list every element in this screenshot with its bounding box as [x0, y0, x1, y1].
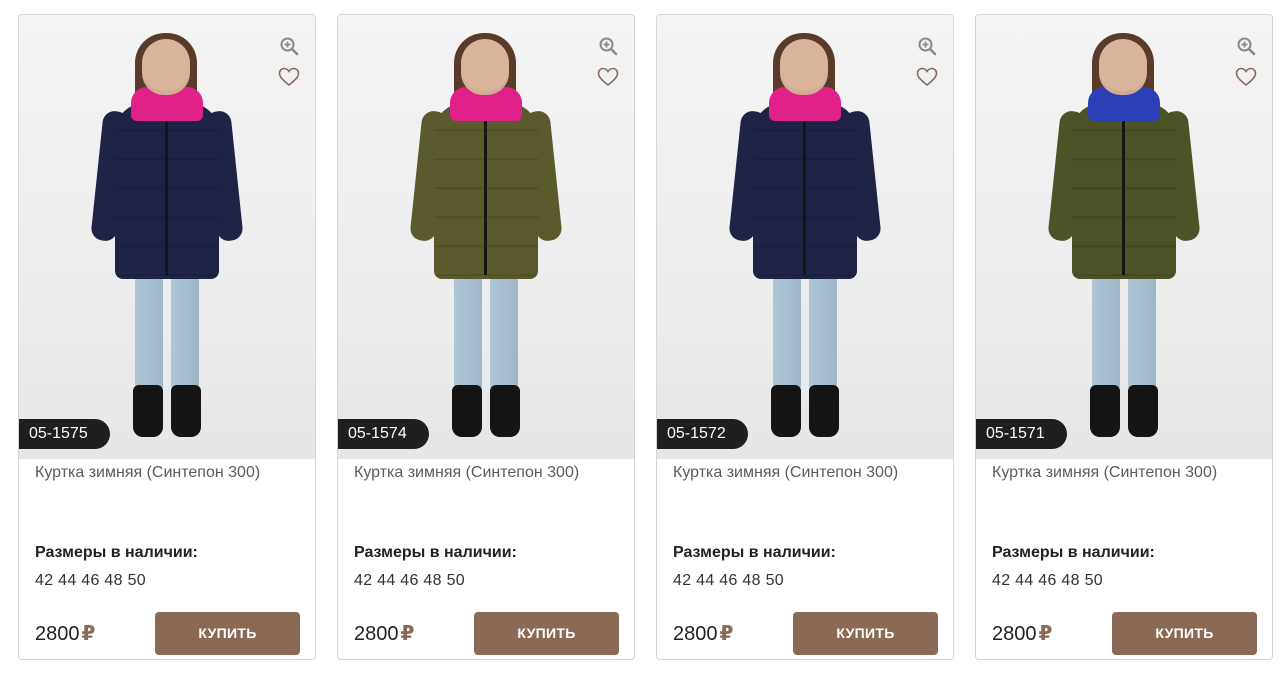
product-info: Куртка зимняя (Синтепон 300) Размеры в н… [976, 463, 1272, 590]
product-info: Куртка зимняя (Синтепон 300) Размеры в н… [338, 463, 634, 590]
product-photo[interactable]: 05-1571 [976, 15, 1272, 459]
model-figure [725, 15, 885, 459]
currency-symbol: ₽ [81, 622, 96, 645]
product-info: Куртка зимняя (Синтепон 300) Размеры в н… [657, 463, 953, 590]
sizes-list: 42 44 46 48 50 [35, 572, 146, 589]
sku-badge: 05-1574 [338, 419, 429, 449]
product-card[interactable]: 05-1572 Куртка зимняя (Синтепон 300) Раз… [656, 14, 954, 660]
currency-symbol: ₽ [400, 622, 415, 645]
sizes-label: Размеры в наличии: [354, 544, 517, 561]
sizes-list: 42 44 46 48 50 [673, 572, 784, 589]
buy-button[interactable]: КУПИТЬ [793, 611, 938, 655]
sizes-label: Размеры в наличии: [35, 544, 198, 561]
price: 2800 ₽ [35, 621, 95, 646]
buy-button[interactable]: КУПИТЬ [1112, 611, 1257, 655]
product-card[interactable]: 05-1575 Куртка зимняя (Синтепон 300) Раз… [18, 14, 316, 660]
zoom-in-icon[interactable] [916, 35, 938, 57]
model-figure [406, 15, 566, 459]
zoom-in-icon[interactable] [1235, 35, 1257, 57]
buy-button[interactable]: КУПИТЬ [155, 611, 300, 655]
currency-symbol: ₽ [719, 622, 734, 645]
sizes-list: 42 44 46 48 50 [992, 572, 1103, 589]
product-photo[interactable]: 05-1572 [657, 15, 953, 459]
product-title[interactable]: Куртка зимняя (Синтепон 300) [992, 463, 1256, 533]
sizes-list: 42 44 46 48 50 [354, 572, 465, 589]
heart-icon[interactable] [1235, 66, 1257, 88]
zoom-in-icon[interactable] [597, 35, 619, 57]
buy-button[interactable]: КУПИТЬ [474, 611, 619, 655]
price-value: 2800 [673, 622, 718, 645]
heart-icon[interactable] [278, 66, 300, 88]
product-footer: 2800 ₽ КУПИТЬ [35, 611, 300, 655]
sku-badge: 05-1572 [657, 419, 748, 449]
sku-badge: 05-1571 [976, 419, 1067, 449]
product-card[interactable]: 05-1571 Куртка зимняя (Синтепон 300) Раз… [975, 14, 1273, 660]
product-footer: 2800 ₽ КУПИТЬ [992, 611, 1257, 655]
price: 2800 ₽ [354, 621, 414, 646]
product-title[interactable]: Куртка зимняя (Синтепон 300) [35, 463, 299, 533]
product-photo[interactable]: 05-1574 [338, 15, 634, 459]
price-value: 2800 [354, 622, 399, 645]
price: 2800 ₽ [673, 621, 733, 646]
product-title[interactable]: Куртка зимняя (Синтепон 300) [673, 463, 937, 533]
price-value: 2800 [35, 622, 80, 645]
price-value: 2800 [992, 622, 1037, 645]
product-info: Куртка зимняя (Синтепон 300) Размеры в н… [19, 463, 315, 590]
sku-badge: 05-1575 [19, 419, 110, 449]
product-footer: 2800 ₽ КУПИТЬ [673, 611, 938, 655]
product-grid: 05-1575 Куртка зимняя (Синтепон 300) Раз… [18, 14, 1273, 660]
price: 2800 ₽ [992, 621, 1052, 646]
sizes-label: Размеры в наличии: [673, 544, 836, 561]
heart-icon[interactable] [916, 66, 938, 88]
product-photo[interactable]: 05-1575 [19, 15, 315, 459]
heart-icon[interactable] [597, 66, 619, 88]
product-title[interactable]: Куртка зимняя (Синтепон 300) [354, 463, 618, 533]
model-figure [1044, 15, 1204, 459]
product-card[interactable]: 05-1574 Куртка зимняя (Синтепон 300) Раз… [337, 14, 635, 660]
product-footer: 2800 ₽ КУПИТЬ [354, 611, 619, 655]
sizes-label: Размеры в наличии: [992, 544, 1155, 561]
currency-symbol: ₽ [1038, 622, 1053, 645]
model-figure [87, 15, 247, 459]
zoom-in-icon[interactable] [278, 35, 300, 57]
